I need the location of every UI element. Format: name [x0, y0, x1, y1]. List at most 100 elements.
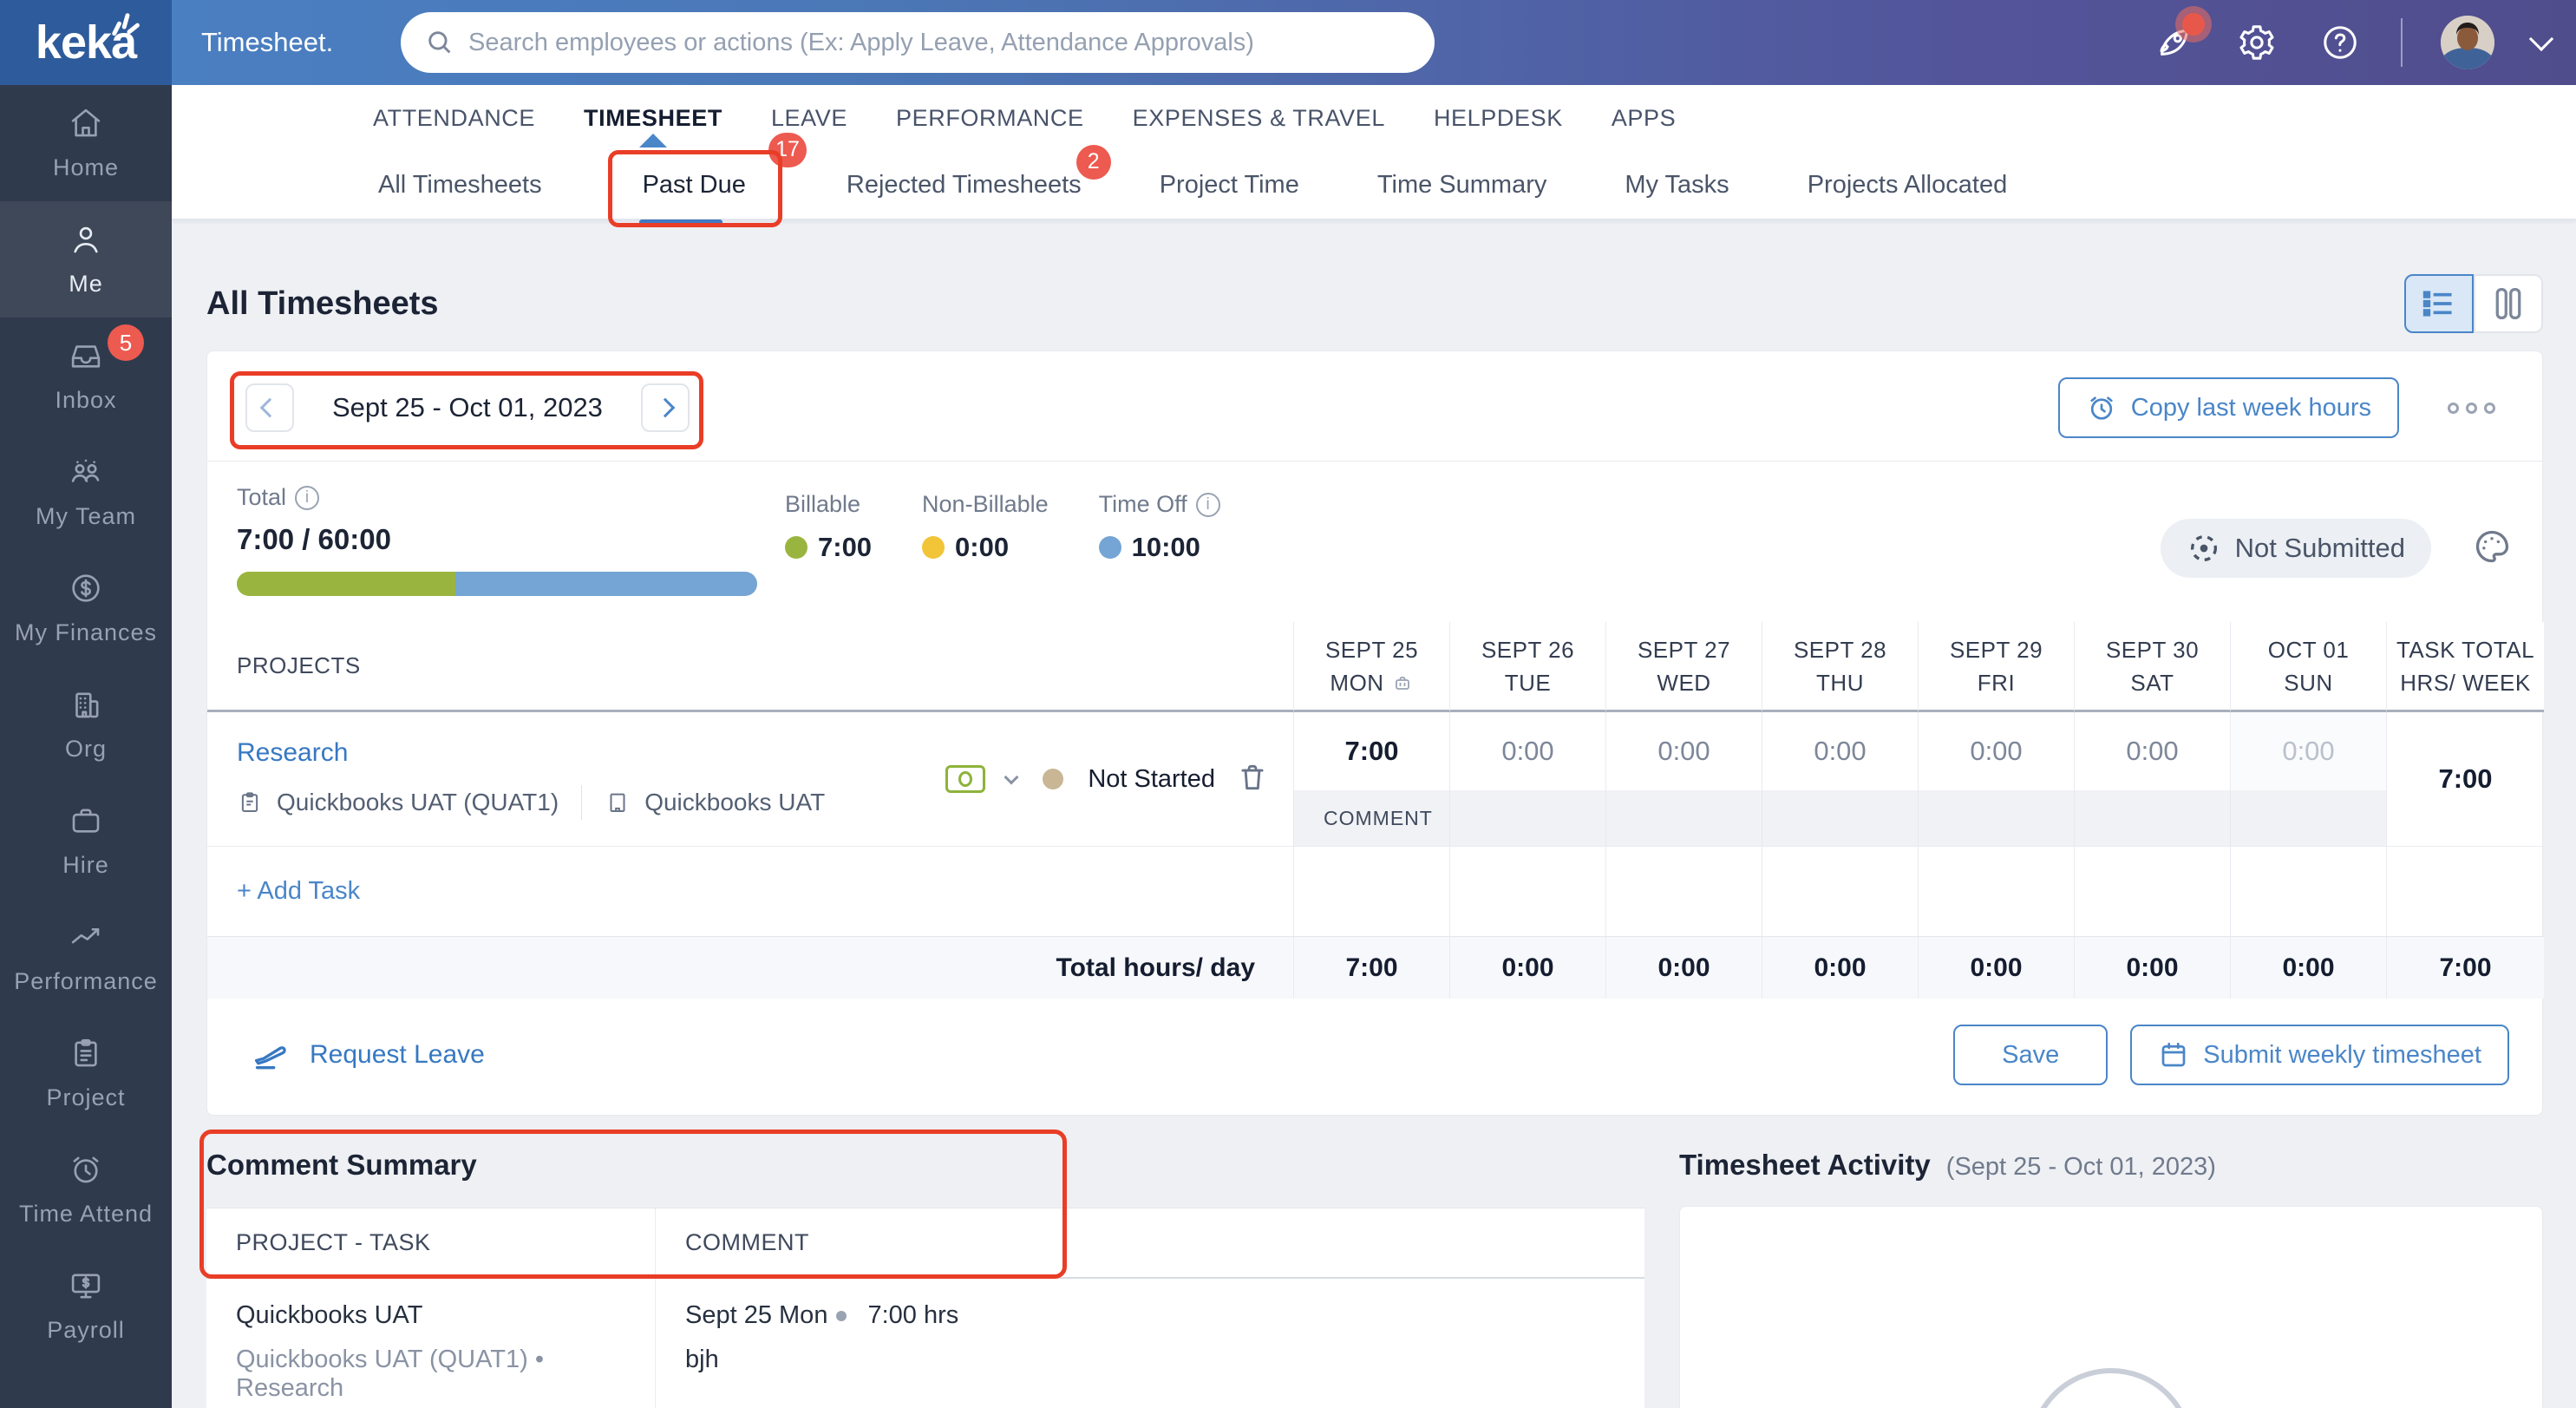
more-options-icon[interactable] [2448, 402, 2511, 414]
status-dashed-circle-icon [2190, 535, 2217, 561]
total-sun: 0:00 [2230, 936, 2386, 999]
delete-task-icon[interactable] [1236, 761, 1269, 798]
project-name: Quickbooks UAT (QUAT1) [277, 789, 559, 815]
tab-expenses-travel[interactable]: EXPENSES & TRAVEL [1133, 89, 1385, 147]
sidebar-item-me[interactable]: Me [0, 201, 172, 318]
subtab-project-time[interactable]: Project Time [1160, 171, 1299, 200]
info-icon[interactable]: i [1195, 492, 1220, 517]
global-search[interactable] [401, 12, 1435, 73]
next-week-button[interactable] [640, 383, 690, 432]
column-view-button[interactable] [2474, 274, 2543, 333]
task-link[interactable]: Research [237, 738, 825, 768]
subtab-all-timesheets[interactable]: All Timesheets [378, 171, 542, 200]
sidebar: Home Me 5 Inbox My Team My Finances Org … [0, 0, 172, 1408]
keka-logo[interactable]: keka [0, 0, 172, 85]
comment-strip-cell[interactable] [1449, 790, 1605, 846]
sidebar-item-org[interactable]: Org [0, 666, 172, 783]
billable-dot [785, 536, 807, 559]
help-icon[interactable] [2318, 20, 2363, 65]
subtab-rejected-timesheets[interactable]: Rejected Timesheets 2 [847, 144, 1111, 200]
chevron-left-icon [259, 397, 280, 418]
subtab-past-due[interactable]: Past Due [643, 171, 746, 199]
empty-cell [1918, 846, 2074, 936]
total-thu: 0:00 [1762, 936, 1918, 999]
request-leave-link[interactable]: Request Leave [237, 1036, 485, 1074]
hours-cell-wed[interactable]: 0:00 [1605, 712, 1762, 790]
sidebar-item-home[interactable]: Home [0, 85, 172, 201]
palette-icon[interactable] [2473, 527, 2511, 570]
topbar-actions [2151, 13, 2576, 69]
module-nav: ATTENDANCE TIMESHEET LEAVE PERFORMANCE E… [172, 85, 2576, 151]
sidebar-item-my-finances[interactable]: My Finances [0, 550, 172, 666]
module-title: Timesheet. [201, 27, 334, 57]
hours-cell-fri[interactable]: 0:00 [1918, 712, 2074, 790]
list-view-button[interactable] [2404, 274, 2474, 333]
finances-icon [68, 570, 104, 611]
main-area: keka Timesheet. Search employees or acti… [0, 0, 2576, 1408]
hours-cell-sun[interactable]: 0:00 [2230, 712, 2386, 790]
tab-timesheet[interactable]: TIMESHEET [584, 89, 722, 147]
sidebar-item-my-team[interactable]: My Team [0, 434, 172, 550]
sidebar-item-time-attend[interactable]: Time Attend [0, 1131, 172, 1248]
empty-cell [1293, 846, 1449, 936]
settings-gear-icon[interactable] [2234, 20, 2279, 65]
list-view-icon [2422, 291, 2452, 317]
sidebar-item-payroll[interactable]: Payroll [0, 1248, 172, 1364]
comment-strip-cell[interactable] [2074, 790, 2230, 846]
cs-comment-text: bjh [685, 1346, 719, 1373]
add-task-cell: + Add Task [207, 846, 1293, 936]
total-wed: 0:00 [1605, 936, 1762, 999]
subtab-my-tasks[interactable]: My Tasks [1625, 171, 1729, 200]
profile-chevron-down-icon[interactable] [2528, 26, 2554, 52]
tab-attendance[interactable]: ATTENDANCE [373, 89, 535, 147]
comment-summary-row: Quickbooks UAT Quickbooks UAT (QUAT1) • … [206, 1279, 1644, 1408]
sidebar-item-hire[interactable]: Hire [0, 783, 172, 899]
hours-cell-thu[interactable]: 0:00 [1762, 712, 1918, 790]
copy-last-week-button[interactable]: Copy last week hours [2057, 377, 2399, 438]
timesheet-subnav: All Timesheets Past Due 17 Rejected Time… [172, 132, 2576, 227]
hours-cell-sat[interactable]: 0:00 [2074, 712, 2230, 790]
sidebar-item-project[interactable]: Project [0, 1015, 172, 1131]
comment-strip-cell[interactable] [1918, 790, 2074, 846]
legend-billable: Billable 7:00 [785, 491, 872, 563]
save-button[interactable]: Save [1953, 1025, 2109, 1085]
comment-strip-cell[interactable] [1762, 790, 1918, 846]
alarm-clock-icon [2090, 396, 2113, 420]
sidebar-item-inbox[interactable]: 5 Inbox [0, 318, 172, 434]
comment-summary-section: Comment Summary PROJECT - TASK COMMENT Q… [199, 1130, 1644, 1408]
comment-strip-cell[interactable] [1605, 790, 1762, 846]
monitor-dollar-icon [68, 1267, 104, 1308]
cs-comment-date: Sept 25 Mon [685, 1301, 828, 1329]
billable-chevron-down-icon[interactable] [1004, 769, 1019, 785]
request-leave-label: Request Leave [310, 1040, 485, 1069]
hours-cell-mon[interactable]: 7:00 [1293, 712, 1449, 790]
hours-legend: Billable 7:00 Non-Billable 0:00 Time Off… [785, 491, 1220, 563]
tab-helpdesk[interactable]: HELPDESK [1434, 89, 1563, 147]
org-icon [68, 686, 104, 727]
submit-weekly-timesheet-button[interactable]: Submit weekly timesheet [2130, 1025, 2509, 1085]
summary-row: Total i 7:00 / 60:00 Billable 7:00 Non-B… [207, 462, 2542, 622]
sidebar-item-performance[interactable]: Performance [0, 899, 172, 1015]
info-icon[interactable]: i [295, 485, 320, 510]
task-status-text: Not Started [1088, 764, 1215, 793]
week-range-label: Sept 25 - Oct 01, 2023 [332, 392, 603, 422]
avatar[interactable] [2441, 16, 2494, 69]
whats-new-rocket-icon[interactable] [2151, 13, 2205, 65]
prev-week-button[interactable] [245, 383, 294, 432]
tab-apps[interactable]: APPS [1612, 89, 1676, 147]
copy-last-week-label: Copy last week hours [2130, 393, 2371, 422]
progress-timeoff-segment [455, 572, 757, 596]
comment-strip-label[interactable]: COMMENT [1293, 790, 1449, 846]
subtab-time-summary[interactable]: Time Summary [1377, 171, 1547, 200]
comment-strip-cell[interactable] [2230, 790, 2386, 846]
alarm-icon [68, 1151, 104, 1192]
tab-performance[interactable]: PERFORMANCE [896, 89, 1084, 147]
search-input[interactable] [468, 28, 1410, 57]
add-task-link[interactable]: + Add Task [237, 877, 360, 906]
day-header-wed: SEPT 27 WED [1605, 622, 1762, 712]
billable-money-icon[interactable] [945, 765, 986, 793]
hours-cell-tue[interactable]: 0:00 [1449, 712, 1605, 790]
cs-dot [836, 1310, 847, 1321]
subtab-projects-allocated[interactable]: Projects Allocated [1808, 171, 2008, 200]
rejected-badge: 2 [1076, 144, 1111, 180]
